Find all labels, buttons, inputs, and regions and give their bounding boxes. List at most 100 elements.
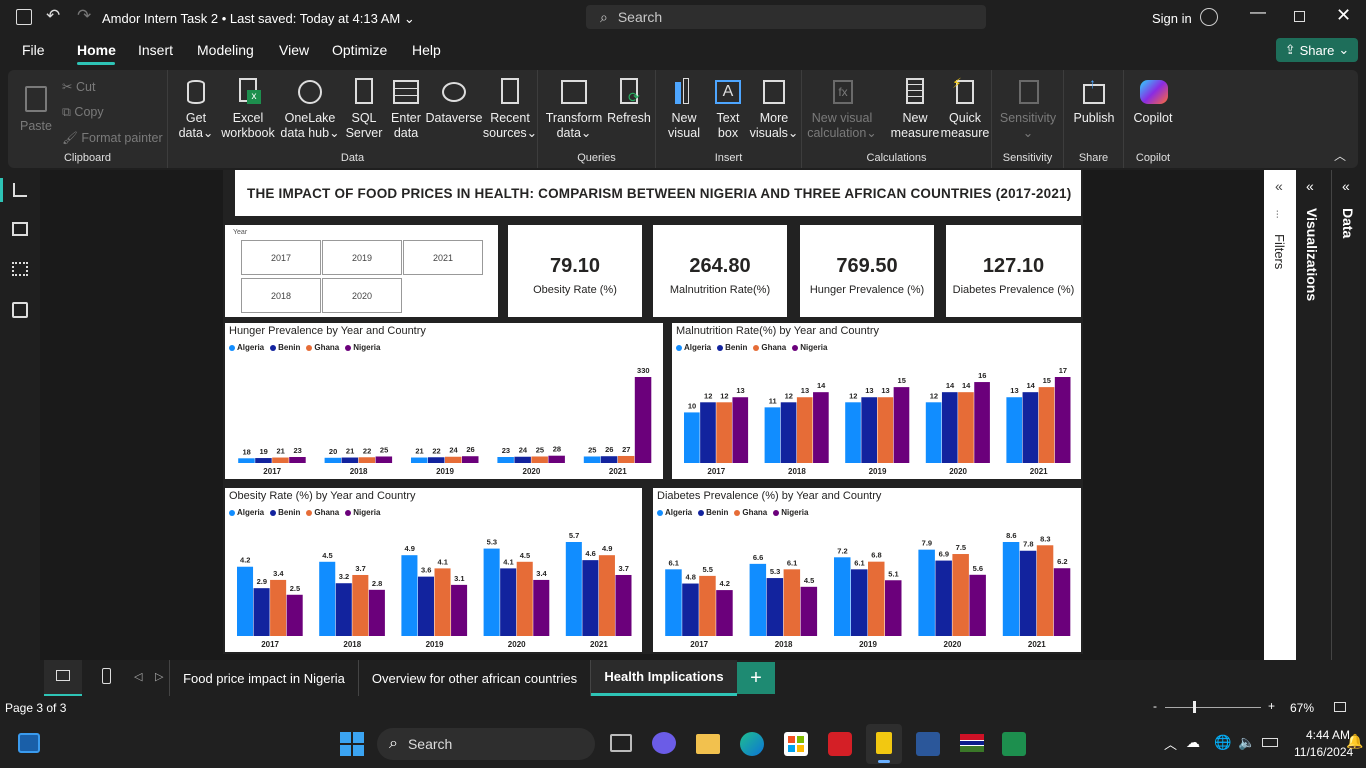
store-icon[interactable] xyxy=(784,732,808,756)
recent-sources-button[interactable]: Recent sources⌄ xyxy=(483,76,537,141)
slicer-year-2019[interactable]: 2019 xyxy=(322,240,402,275)
bar xyxy=(634,377,652,463)
minimize-icon[interactable]: — xyxy=(1250,4,1266,22)
obesity-rate-chart[interactable]: Obesity Rate (%) by Year and Country Alge… xyxy=(225,488,642,652)
maximize-icon[interactable] xyxy=(1294,11,1305,22)
menu-file[interactable]: File xyxy=(22,42,45,58)
sign-in-link[interactable]: Sign in xyxy=(1152,11,1192,26)
collapse-ribbon-icon[interactable]: ︿ xyxy=(1334,147,1346,164)
copilot-button[interactable]: Copilot xyxy=(1128,76,1178,126)
diabetes-prevalence-chart[interactable]: Diabetes Prevalence (%) by Year and Coun… xyxy=(653,488,1081,652)
prev-page-icon[interactable]: ◁ xyxy=(134,670,142,683)
bar xyxy=(497,457,514,463)
menu-optimize[interactable]: Optimize xyxy=(332,42,387,58)
acrobat-icon[interactable] xyxy=(828,732,852,756)
kpi-card-diabetes[interactable]: 127.10 Diabetes Prevalence (%) xyxy=(946,225,1081,317)
clock-time[interactable]: 4:44 AM xyxy=(1306,728,1350,742)
battery-icon[interactable] xyxy=(1262,738,1278,747)
excel-icon[interactable] xyxy=(1002,732,1026,756)
paste-button: Paste xyxy=(16,76,56,134)
table-view-icon[interactable] xyxy=(12,222,28,236)
save-icon[interactable] xyxy=(16,9,32,25)
zoom-slider[interactable] xyxy=(1165,707,1261,708)
menu-view[interactable]: View xyxy=(279,42,309,58)
new-visual-button[interactable]: New visual xyxy=(662,76,706,141)
power-bi-icon[interactable] xyxy=(866,724,902,764)
notification-icon[interactable]: 🔔 xyxy=(1346,733,1363,750)
next-page-icon[interactable]: ▷ xyxy=(155,670,163,683)
model-view-icon[interactable] xyxy=(12,262,28,276)
tab-health-implications[interactable]: Health Implications xyxy=(591,660,737,696)
fit-to-page-icon[interactable] xyxy=(1334,702,1346,712)
enter-data-button[interactable]: Enter data xyxy=(386,76,426,141)
chevron-left-icon[interactable]: « xyxy=(1342,178,1350,194)
zoom-slider-thumb[interactable] xyxy=(1193,701,1196,713)
close-icon[interactable]: ✕ xyxy=(1336,5,1351,26)
search-box[interactable]: ⌕ Search xyxy=(586,5,986,29)
year-slicer[interactable]: Year 2017 2019 2021 2018 2020 xyxy=(225,225,498,317)
word-icon[interactable] xyxy=(916,732,940,756)
quick-measure-button[interactable]: ⚡ Quick measure xyxy=(938,76,992,141)
dataverse-button[interactable]: Dataverse xyxy=(424,76,484,126)
slicer-year-2021[interactable]: 2021 xyxy=(403,240,483,275)
filters-pane[interactable]: « ⫶ Filters xyxy=(1264,170,1296,660)
clock-date[interactable]: 11/16/2024 xyxy=(1294,745,1353,759)
edge-icon[interactable] xyxy=(740,732,764,756)
more-visuals-button[interactable]: More visuals⌄ xyxy=(750,76,798,141)
menu-help[interactable]: Help xyxy=(412,42,441,58)
undo-icon[interactable]: ↶ xyxy=(46,6,60,26)
text-box-button[interactable]: A Text box xyxy=(708,76,748,141)
widgets-icon[interactable] xyxy=(18,733,40,753)
meet-icon[interactable] xyxy=(652,732,676,754)
file-explorer-icon[interactable] xyxy=(696,734,720,754)
malnutrition-rate-chart[interactable]: Malnutrition Rate(%) by Year and Country… xyxy=(672,323,1081,479)
add-page-button[interactable]: + xyxy=(737,662,775,694)
hunger-prevalence-chart[interactable]: Hunger Prevalence by Year and Country Alg… xyxy=(225,323,663,479)
zoom-in-icon[interactable]: + xyxy=(1268,699,1275,713)
volume-icon[interactable]: 🔈 xyxy=(1238,734,1255,751)
task-view-icon[interactable] xyxy=(610,734,632,752)
mobile-layout-icon[interactable] xyxy=(102,668,111,684)
start-icon[interactable] xyxy=(340,732,364,756)
chevron-up-icon[interactable]: ︿ xyxy=(1164,734,1177,753)
tab-food-price-impact[interactable]: Food price impact in Nigeria xyxy=(169,660,359,696)
menu-insert[interactable]: Insert xyxy=(138,42,173,58)
share-button[interactable]: ⇪ Share ⌄ xyxy=(1276,38,1358,62)
kpi-value: 79.10 xyxy=(549,255,601,277)
data-pane[interactable]: « Data xyxy=(1336,170,1366,660)
tab-overview-african-countries[interactable]: Overview for other african countries xyxy=(359,660,591,696)
sql-server-button[interactable]: SQL Server xyxy=(344,76,384,141)
zoom-out-icon[interactable]: - xyxy=(1153,699,1157,713)
onelake-button[interactable]: OneLake data hub⌄ xyxy=(280,76,340,141)
desktop-layout-button[interactable] xyxy=(44,660,82,696)
slicer-year-2018[interactable]: 2018 xyxy=(241,278,321,313)
dax-query-view-icon[interactable] xyxy=(12,302,28,318)
account-icon[interactable] xyxy=(1200,8,1218,26)
data-label: 6.1 xyxy=(668,558,678,567)
title-card[interactable]: THE IMPACT OF FOOD PRICES IN HEALTH: COM… xyxy=(235,170,1081,216)
chevron-left-icon[interactable]: « xyxy=(1306,178,1314,194)
kpi-card-malnutrition[interactable]: 264.80 Malnutrition Rate(%) xyxy=(653,225,787,317)
taskbar-search[interactable]: ⌕ Search xyxy=(377,728,595,760)
publish-button[interactable]: ↑ Publish xyxy=(1070,76,1118,126)
kpi-card-hunger[interactable]: 769.50 Hunger Prevalence (%) xyxy=(800,225,934,317)
file-title[interactable]: Amdor Intern Task 2 • Last saved: Today … xyxy=(102,11,415,27)
chevron-down-icon[interactable]: ⌄ xyxy=(404,11,415,26)
excel-workbook-button[interactable]: x Excel workbook xyxy=(218,76,278,141)
report-view-icon[interactable] xyxy=(13,183,27,197)
slicer-year-2017[interactable]: 2017 xyxy=(241,240,321,275)
chevron-left-icon[interactable]: « xyxy=(1275,178,1283,194)
weather-icon[interactable]: ☁ xyxy=(1186,734,1200,751)
menu-home[interactable]: Home xyxy=(77,42,116,58)
refresh-button[interactable]: ⟳ Refresh xyxy=(604,76,654,126)
kpi-card-obesity[interactable]: 79.10 Obesity Rate (%) xyxy=(508,225,642,317)
menu-modeling[interactable]: Modeling xyxy=(197,42,254,58)
transform-data-button[interactable]: Transform data⌄ xyxy=(544,76,604,141)
globe-icon[interactable]: 🌐 xyxy=(1214,734,1231,751)
new-measure-button[interactable]: New measure xyxy=(890,76,940,141)
slicer-year-2020[interactable]: 2020 xyxy=(322,278,402,313)
bar xyxy=(851,569,868,636)
get-data-button[interactable]: Get data⌄ xyxy=(176,76,216,141)
visualizations-pane[interactable]: « Visualizations xyxy=(1300,170,1330,660)
gambia-flag-icon[interactable] xyxy=(960,734,984,752)
